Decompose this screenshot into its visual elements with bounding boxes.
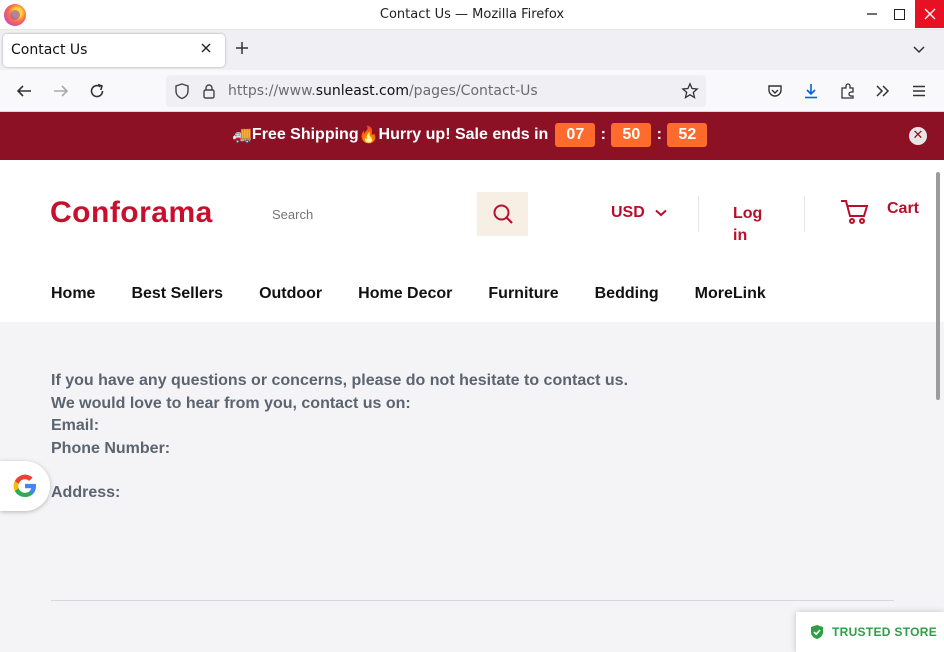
truck-emoji-icon: 🚚 [232,127,252,144]
window-title: Contact Us — Mozilla Firefox [379,7,565,22]
search-icon [493,204,513,224]
hamburger-menu-icon[interactable] [909,81,929,101]
tab-contact-us[interactable]: Contact Us [3,34,225,67]
email-label: Email: [51,417,100,434]
countdown-separator: : [600,126,606,143]
pocket-icon[interactable] [765,81,785,101]
list-all-tabs-icon[interactable] [912,40,926,59]
search-button[interactable] [477,192,528,236]
back-arrow-icon[interactable] [14,81,34,101]
contact-subintro: We would love to hear from you, contact … [51,394,411,412]
header-divider [804,196,805,232]
store-logo[interactable]: Conforama [50,196,213,230]
url-bar[interactable]: https://www.sunleast.com/pages/Contact-U… [166,75,706,107]
content-divider [51,600,894,601]
address-label: Address: [51,484,121,501]
menu-item-furniture[interactable]: Furniture [488,285,558,303]
currency-selector[interactable]: USD [611,204,667,222]
navigation-toolbar: https://www.sunleast.com/pages/Contact-U… [0,70,944,112]
url-text[interactable]: https://www.sunleast.com/pages/Contact-U… [228,83,538,99]
tracking-shield-icon[interactable] [172,81,192,101]
google-g-icon [13,474,36,497]
page-scrollbar[interactable] [936,172,940,400]
countdown-separator: : [656,126,662,143]
lock-icon[interactable] [199,81,219,101]
cart-link[interactable]: Cart [887,200,919,218]
countdown-minutes: 50 [611,123,652,147]
tab-title: Contact Us [11,42,88,58]
trusted-store-badge[interactable]: TRUSTED STORE [796,612,944,652]
countdown-seconds: 52 [667,123,708,147]
tab-strip: Contact Us [0,30,944,70]
contact-content: If you have any questions or concerns, p… [51,370,628,505]
menu-item-home-decor[interactable]: Home Decor [358,285,452,303]
maximize-icon [893,8,905,20]
banner-free-shipping: Free Shipping [251,126,359,143]
currency-label: USD [611,204,645,221]
overflow-chevron-icon[interactable] [873,81,893,101]
fire-emoji-icon: 🔥 [358,127,379,144]
minimize-button[interactable] [858,0,886,28]
bookmark-star-icon[interactable] [680,81,700,101]
maximize-button[interactable] [885,0,913,28]
banner-sale-text: Hurry up! Sale ends in [378,126,549,143]
menu-item-best-sellers[interactable]: Best Sellers [131,285,223,303]
url-prefix: https://www. [228,83,316,99]
menu-item-morelink[interactable]: MoreLink [695,285,766,303]
new-tab-icon[interactable] [234,37,250,61]
chevron-down-icon [655,209,667,217]
menu-item-outdoor[interactable]: Outdoor [259,285,322,303]
google-reviews-badge[interactable] [0,461,50,511]
menu-item-bedding[interactable]: Bedding [595,285,659,303]
phone-label: Phone Number: [51,439,171,457]
login-link[interactable]: Log in [733,203,773,247]
cart-icon[interactable] [840,198,870,230]
window-titlebar: Contact Us — Mozilla Firefox [0,0,944,30]
promo-banner: 🚚 Free Shipping 🔥 Hurry up! Sale ends in… [0,112,944,160]
extensions-icon[interactable] [838,81,858,101]
banner-close-icon[interactable]: ✕ [909,127,927,145]
trusted-store-label: TRUSTED STORE [832,625,938,639]
countdown-hours: 07 [555,123,596,147]
contact-intro: If you have any questions or concerns, p… [51,372,629,389]
forward-arrow-icon[interactable] [51,81,71,101]
menu-item-home[interactable]: Home [51,285,95,303]
url-path: /pages/Contact-Us [408,83,538,99]
download-icon[interactable] [801,81,821,101]
shield-check-icon [811,625,823,639]
reload-icon[interactable] [87,81,107,101]
close-window-button[interactable] [915,0,944,28]
header-divider [698,196,699,232]
tab-close-icon[interactable] [200,40,212,58]
url-domain: sunleast.com [315,83,409,99]
main-menu: Home Best Sellers Outdoor Home Decor Fur… [51,285,802,303]
close-icon [924,8,935,20]
